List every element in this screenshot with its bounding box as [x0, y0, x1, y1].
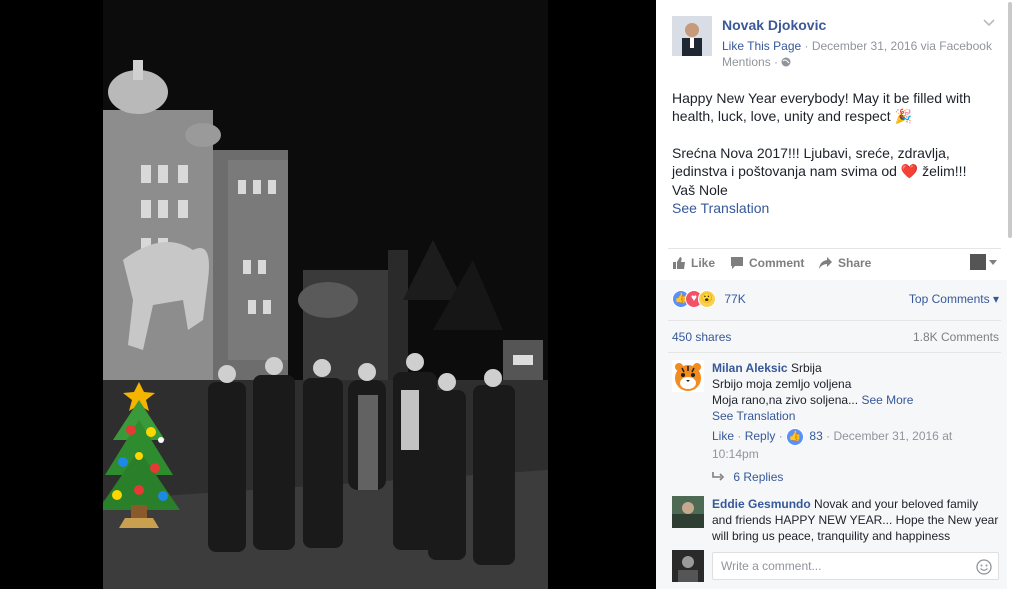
actor-avatar	[970, 254, 986, 270]
comment-reply-button[interactable]: Reply	[745, 429, 776, 443]
comment-item: Milan Aleksic Srbija Srbijo moja zemljo …	[672, 360, 999, 462]
scrollbar-thumb[interactable]	[1008, 2, 1012, 238]
commenter-name[interactable]: Milan Aleksic	[712, 361, 788, 375]
comment-actions: Like · Reply · 👍 83 · December 31, 2016 …	[712, 428, 999, 462]
chevron-down-icon: ▾	[992, 292, 999, 306]
comment-body: Milan Aleksic Srbija Srbijo moja zemljo …	[712, 360, 999, 462]
photo-illustration	[103, 0, 548, 589]
eddie-avatar	[672, 496, 704, 528]
comment-item: Eddie Gesmundo Novak and your beloved fa…	[672, 496, 999, 546]
post-header: Novak Djokovic Like This Page · December…	[672, 12, 1001, 72]
comment-text-line: Srbijo moja zemljo voljena	[712, 377, 852, 391]
comment-body: Eddie Gesmundo Novak and your beloved fa…	[712, 496, 999, 544]
heart-emoji: ❤️	[900, 163, 919, 180]
comment-text-line: Srbija	[790, 361, 822, 375]
avatar-picture	[672, 16, 712, 56]
wow-reaction-icon: 😮	[698, 290, 716, 308]
commenter-avatar[interactable]	[672, 360, 704, 392]
post-text-english: Happy New Year everybody! May it be fill…	[672, 90, 971, 125]
commenter-name[interactable]: Eddie Gesmundo	[712, 497, 811, 511]
like-page-link[interactable]: Like This Page	[722, 39, 801, 53]
divider	[668, 320, 1001, 321]
comment-like-number: 83	[809, 429, 823, 444]
reaction-icons[interactable]: 👍 ♥ 😮	[672, 290, 716, 308]
share-arrow-icon	[818, 256, 833, 270]
like-reaction-icon: 👍	[786, 428, 805, 446]
comment-text-line: Moja rano,na zivo soljena...	[712, 393, 859, 407]
post-actions: Like Comment Share	[672, 254, 1001, 274]
replies-label: 6 Replies	[733, 470, 784, 484]
shares-row: 450 shares 1.8K Comments	[672, 330, 999, 344]
page-name-link[interactable]: Novak Djokovic	[722, 17, 826, 33]
top-comments-dropdown[interactable]: Top Comments ▾	[909, 292, 999, 306]
commenter-avatar[interactable]	[672, 496, 704, 528]
actor-selector[interactable]	[970, 254, 997, 270]
post-date[interactable]: · December 31, 2016 via Facebook	[805, 39, 992, 53]
globe-icon	[781, 55, 791, 69]
divider	[668, 248, 1001, 249]
comment-like-count[interactable]: 👍 83	[786, 428, 826, 446]
reactions-row: 👍 ♥ 😮 77K Top Comments ▾	[672, 290, 999, 310]
comment-label: Comment	[749, 256, 805, 270]
comment-button[interactable]: Comment	[730, 256, 804, 270]
see-translation-link[interactable]: See Translation	[672, 199, 992, 217]
separator: ·	[737, 429, 742, 444]
comment-placeholder: Write a comment...	[721, 559, 822, 573]
reply-arrow-icon	[712, 470, 725, 484]
comment-bubble-icon	[730, 256, 744, 270]
shares-count[interactable]: 450 shares	[672, 330, 731, 344]
reaction-count[interactable]: 77K	[724, 292, 745, 306]
page-avatar[interactable]	[672, 16, 712, 56]
like-thumb-icon	[672, 256, 686, 270]
comment-see-translation-link[interactable]: See Translation	[712, 409, 795, 423]
post-meta: Like This Page · December 31, 2016 via F…	[722, 38, 1004, 70]
share-button[interactable]: Share	[818, 256, 871, 270]
current-user-avatar	[672, 550, 704, 582]
tiger-avatar	[672, 360, 704, 392]
comment-like-button[interactable]: Like	[712, 429, 734, 443]
scrollbar[interactable]	[1007, 0, 1013, 589]
write-comment-input[interactable]: Write a comment...	[712, 552, 999, 580]
divider	[668, 352, 1001, 353]
like-button[interactable]: Like	[672, 256, 715, 270]
post-text-serbian: Srećna Nova 2017!!! Ljubavi, sreće, zdra…	[672, 144, 992, 199]
share-label: Share	[838, 256, 872, 270]
smiley-icon[interactable]	[976, 558, 992, 584]
like-label: Like	[691, 256, 716, 270]
comments-count[interactable]: 1.8K Comments	[913, 330, 999, 344]
chevron-down-icon	[989, 255, 997, 269]
post-side-panel: Novak Djokovic Like This Page · December…	[656, 0, 1013, 589]
chevron-down-icon[interactable]	[983, 16, 995, 30]
top-comments-label: Top Comments	[908, 292, 990, 306]
view-replies-link[interactable]: 6 Replies	[712, 470, 783, 484]
see-more-link[interactable]: See More	[861, 393, 913, 407]
post-message: Happy New Year everybody! May it be fill…	[672, 89, 992, 217]
post-photo[interactable]	[103, 0, 548, 589]
mentions-link[interactable]: Mentions ·	[722, 55, 778, 69]
separator: ·	[778, 429, 783, 444]
comment-composer: Write a comment...	[672, 550, 999, 584]
